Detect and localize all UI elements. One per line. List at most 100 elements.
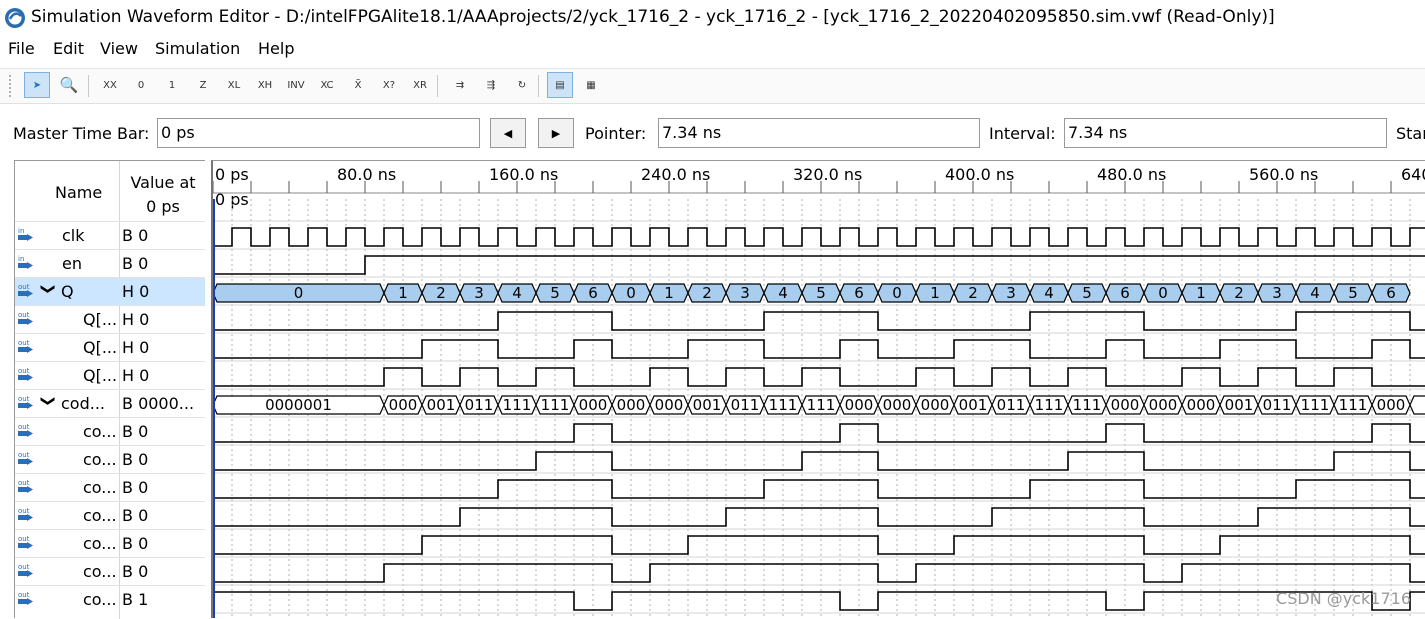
- output-pin-icon: out: [18, 535, 33, 549]
- expand-chevron-icon[interactable]: ❯: [40, 283, 56, 295]
- name-column-header[interactable]: Name: [55, 183, 102, 202]
- random-values-button[interactable]: X?: [376, 72, 402, 98]
- signal-row[interactable]: out co... B 1: [15, 585, 205, 613]
- bus-value-label: 2: [702, 284, 712, 302]
- next-transition-button[interactable]: ▶: [538, 118, 574, 148]
- signal-value: H 0: [122, 366, 150, 385]
- arbitrary-value-button[interactable]: XR: [407, 72, 433, 98]
- zoom-tool-button[interactable]: 🔍: [56, 72, 82, 98]
- generate-netlist-button[interactable]: ↻: [509, 72, 535, 98]
- overwrite-clock-icon: X̃: [354, 79, 362, 91]
- run-timing-simulation-button[interactable]: ⇶: [478, 72, 504, 98]
- forcing-low-button[interactable]: 0: [128, 72, 154, 98]
- bus-value-label: 5: [816, 284, 826, 302]
- bus-value-label: 111: [1035, 396, 1064, 414]
- bus-value-label: 000: [1111, 396, 1140, 414]
- signal-row[interactable]: out Q[... H 0: [15, 333, 205, 361]
- weak-low-button[interactable]: XL: [221, 72, 247, 98]
- bus-value-label: 2: [1234, 284, 1244, 302]
- svg-text:out: out: [18, 591, 30, 599]
- signal-name: clk: [62, 226, 85, 245]
- signal-row[interactable]: out co... B 0: [15, 529, 205, 557]
- bus-value-label: 011: [731, 396, 760, 414]
- signal-row[interactable]: out Q[... H 0: [15, 305, 205, 333]
- value-column-header[interactable]: Value at 0 ps: [123, 171, 203, 219]
- signal-row[interactable]: out ❯ cod... B 0000...: [15, 389, 205, 417]
- digital-waveform: [213, 339, 1425, 359]
- bus-value-label: 6: [1386, 284, 1396, 302]
- menu-simulation[interactable]: Simulation: [155, 39, 240, 58]
- selection-tool-button[interactable]: ➤: [24, 72, 50, 98]
- signal-value: B 0: [122, 562, 149, 581]
- bus-value-label: 2: [436, 284, 446, 302]
- svg-text:in: in: [18, 255, 24, 263]
- snap-to-grid-button[interactable]: ▤: [547, 72, 573, 98]
- menu-view[interactable]: View: [100, 39, 138, 58]
- bus-value-label: 001: [693, 396, 722, 414]
- master-time-bar-label: Master Time Bar:: [13, 124, 150, 143]
- signal-row[interactable]: out co... B 0: [15, 501, 205, 529]
- signal-row[interactable]: in en B 0: [15, 249, 205, 277]
- bus-value-label: 000: [389, 396, 418, 414]
- forcing-high-icon: 1: [168, 79, 176, 91]
- forcing-unknown-icon: XX: [103, 79, 117, 91]
- bus-value-label: 111: [503, 396, 532, 414]
- bus-value-label: 4: [512, 284, 522, 302]
- menu-edit[interactable]: Edit: [53, 39, 84, 58]
- invert-button[interactable]: INV: [283, 72, 309, 98]
- svg-text:out: out: [18, 479, 30, 487]
- output-pin-icon: out: [18, 339, 33, 353]
- output-pin-icon: out: [18, 563, 33, 577]
- weak-high-button[interactable]: XH: [252, 72, 278, 98]
- forcing-low-icon: 0: [137, 79, 145, 91]
- bus-value-label: 3: [1006, 284, 1016, 302]
- signal-value: H 0: [122, 310, 150, 329]
- signal-value: H 0: [122, 338, 150, 357]
- forcing-unknown-button[interactable]: XX: [97, 72, 123, 98]
- signal-row[interactable]: out Q[... H 0: [15, 361, 205, 389]
- menu-file[interactable]: File: [8, 39, 35, 58]
- digital-waveform: [213, 423, 1425, 443]
- interval-field[interactable]: 7.34 ns: [1064, 118, 1387, 148]
- start-label: Star: [1396, 124, 1425, 143]
- bus-value-label: 0000001: [265, 396, 332, 414]
- signal-row[interactable]: out co... B 0: [15, 445, 205, 473]
- time-bar: Master Time Bar: 0 ps ◀ ▶ Pointer: 7.34 …: [0, 104, 1425, 160]
- bus-value-label: 0: [294, 284, 304, 302]
- pointer-field[interactable]: 7.34 ns: [658, 118, 980, 148]
- invert-icon: INV: [287, 79, 305, 91]
- signal-row[interactable]: in clk B 0: [15, 221, 205, 249]
- signal-value: B 0: [122, 226, 149, 245]
- svg-text:out: out: [18, 339, 30, 347]
- waveform-area[interactable]: 0 ps 80.0 ns 160.0 ns 240.0 ns 320.0 ns 400.0…: [211, 160, 1425, 618]
- toolbar-separator: [88, 75, 89, 97]
- count-value-button[interactable]: XC: [314, 72, 340, 98]
- signal-row[interactable]: out co... B 0: [15, 473, 205, 501]
- bus-value-label: 000: [883, 396, 912, 414]
- quartus-app-icon: [5, 8, 25, 28]
- overwrite-clock-button[interactable]: X̃: [345, 72, 371, 98]
- toolbar: ➤ 🔍 XX 0 1 Z XL XH INV XC X̃ X? XR ⇉ ⇶ ↻ ▤ ▦: [0, 68, 1425, 104]
- svg-text:out: out: [18, 423, 30, 431]
- grid-settings-button[interactable]: ▦: [578, 72, 604, 98]
- output-pin-icon: out: [18, 283, 33, 297]
- digital-waveform: [213, 227, 1425, 247]
- signal-row[interactable]: out co... B 0: [15, 557, 205, 585]
- master-time-bar-field[interactable]: 0 ps: [157, 118, 480, 148]
- waveform-canvas[interactable]: 0 1 2 3 4 5 6 0 1 2 3 4 5 6 0 1 2 3 4 5 6 0 1 2 3 4 5 6 0000001 000 00…: [213, 161, 1425, 618]
- value-header-line2: 0 ps: [146, 197, 180, 216]
- expand-chevron-icon[interactable]: ❯: [40, 395, 56, 407]
- run-functional-simulation-button[interactable]: ⇉: [447, 72, 473, 98]
- bus-value-label: 6: [854, 284, 864, 302]
- previous-transition-button[interactable]: ◀: [490, 118, 526, 148]
- random-values-icon: X?: [382, 79, 396, 91]
- signal-row[interactable]: out ❯ Q H 0: [15, 277, 205, 305]
- toolbar-grip[interactable]: [8, 74, 12, 98]
- menu-help[interactable]: Help: [258, 39, 294, 58]
- signal-name: cod...: [61, 394, 105, 413]
- high-impedance-button[interactable]: Z: [190, 72, 216, 98]
- input-pin-icon: in: [18, 227, 33, 241]
- digital-waveform: [213, 563, 1425, 583]
- forcing-high-button[interactable]: 1: [159, 72, 185, 98]
- signal-row[interactable]: out co... B 0: [15, 417, 205, 445]
